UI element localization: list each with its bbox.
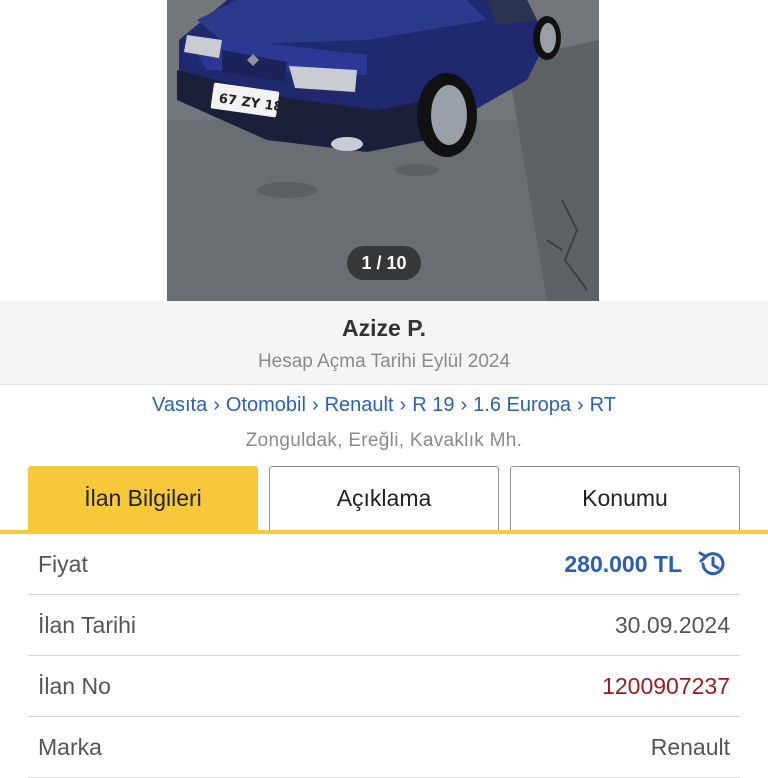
breadcrumb-item[interactable]: 1.6 Europa bbox=[473, 394, 571, 416]
price-history-icon[interactable] bbox=[696, 547, 730, 581]
listing-date-value: 30.09.2024 bbox=[614, 611, 730, 638]
breadcrumb-item[interactable]: Otomobil bbox=[226, 394, 306, 416]
seller-account-date: Hesap Açma Tarihi Eylül 2024 bbox=[257, 351, 511, 372]
chevron-right-icon: › bbox=[311, 394, 319, 416]
chevron-right-icon: › bbox=[577, 394, 584, 416]
chevron-right-icon: › bbox=[213, 394, 220, 416]
chevron-right-icon: › bbox=[460, 394, 468, 416]
price-value[interactable]: 280.000 TL bbox=[564, 547, 730, 581]
breadcrumb-item[interactable]: RT bbox=[590, 394, 616, 416]
detail-label: Fiyat bbox=[38, 550, 88, 577]
breadcrumb-item[interactable]: Renault bbox=[325, 394, 394, 416]
tab-aciklama[interactable]: Açıklama bbox=[269, 466, 499, 530]
detail-row-listing-no: İlan No 1200907237 bbox=[28, 656, 740, 717]
detail-row-date: İlan Tarihi 30.09.2024 bbox=[28, 595, 740, 656]
seller-info[interactable]: Azize P. Hesap Açma Tarihi Eylül 2024 bbox=[0, 301, 768, 385]
breadcrumb-item[interactable]: Vasıta bbox=[152, 394, 207, 416]
brand-value: Renault bbox=[650, 733, 730, 760]
listing-no-value[interactable]: 1200907237 bbox=[602, 673, 730, 700]
chevron-right-icon: › bbox=[399, 394, 407, 416]
price-text: 280.000 TL bbox=[564, 550, 682, 577]
tab-ilan-bilgileri[interactable]: İlan Bilgileri bbox=[28, 466, 258, 530]
photo-counter: 1 / 10 bbox=[347, 246, 421, 280]
photo-gallery[interactable]: 67 ZY 183 1 / 10 bbox=[0, 0, 768, 301]
detail-label: İlan Tarihi bbox=[38, 611, 137, 638]
detail-row-brand: Marka Renault bbox=[28, 717, 740, 778]
detail-row-price: Fiyat 280.000 TL bbox=[28, 534, 740, 595]
breadcrumb-item[interactable]: R 19 bbox=[412, 394, 454, 416]
listing-details: Fiyat 280.000 TL İlan Tarihi 30.09.2024 … bbox=[28, 534, 740, 778]
detail-label: Marka bbox=[38, 733, 102, 760]
seller-name[interactable]: Azize P. bbox=[0, 315, 768, 342]
listing-location: Zonguldak, Ereğli, Kavaklık Mh. bbox=[245, 430, 523, 451]
breadcrumb: Vasıta › Otomobil › Renault › R 19 › 1.6 Europa ›… bbox=[0, 394, 768, 417]
tab-konumu[interactable]: Konumu bbox=[510, 466, 740, 530]
detail-label: İlan No bbox=[38, 672, 111, 699]
